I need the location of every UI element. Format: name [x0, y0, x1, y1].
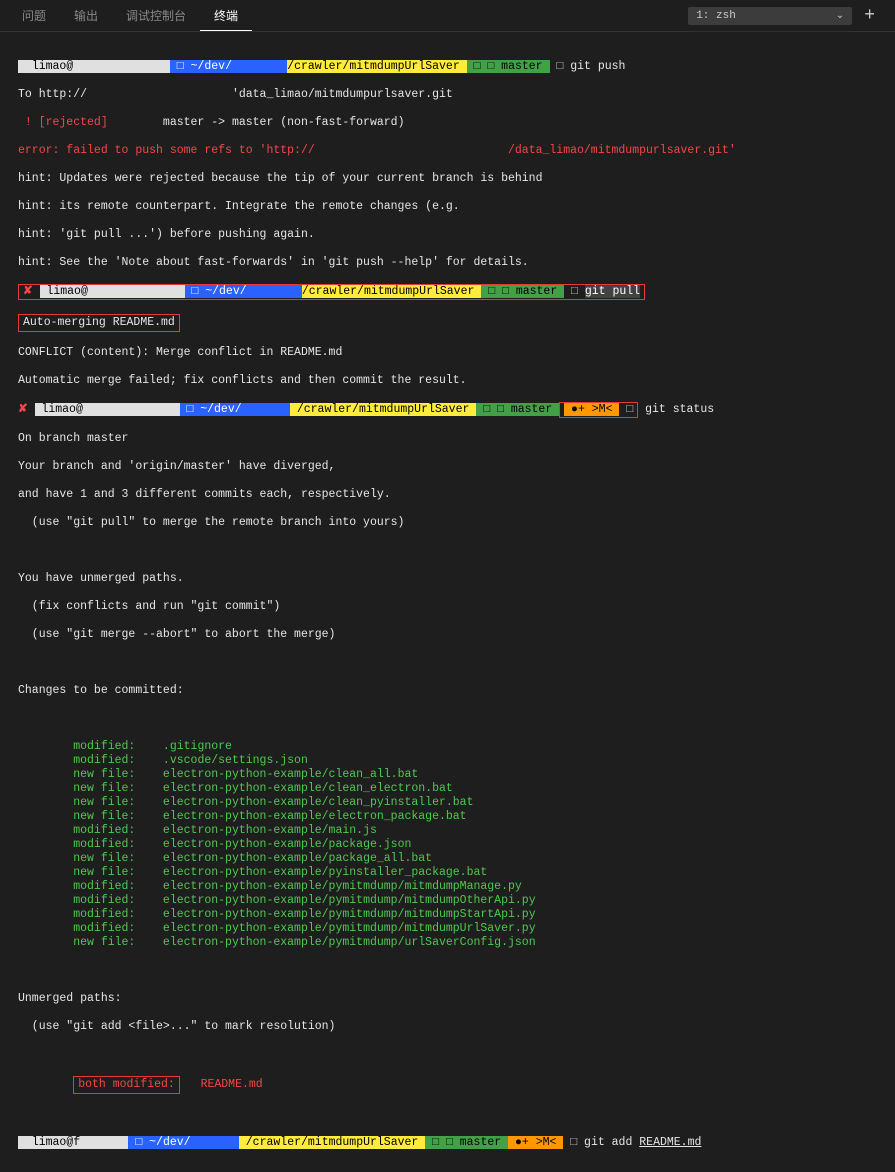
shell-selector[interactable]: 1: zsh ⌄	[688, 7, 852, 25]
prompt-branch: □ □ master	[467, 60, 550, 73]
output-error: error: failed to push some refs to 'http…	[18, 144, 736, 157]
new-terminal-button[interactable]: +	[852, 6, 887, 26]
annotation-box-2: Auto-merging README.md	[18, 314, 180, 332]
cmd-git-push: git push	[570, 60, 625, 73]
file-change-line: new file: electron-python-example/clean_…	[18, 768, 887, 782]
file-change-line: modified: .gitignore	[18, 740, 887, 754]
abort: (use "git merge --abort" to abort the me…	[18, 628, 335, 641]
tab-bar: 问题 输出 调试控制台 终端 1: zsh ⌄ +	[0, 0, 895, 32]
terminal-output[interactable]: limao@ □ ~/dev/ /crawler/mitmdumpUrlSave…	[0, 32, 895, 1172]
file-change-line: new file: electron-python-example/pymitm…	[18, 936, 887, 950]
prompt-path: □ ~/dev/	[170, 60, 287, 73]
annotation-box-4: both modified:	[73, 1076, 180, 1094]
tab-debug-console[interactable]: 调试控制台	[112, 1, 200, 30]
hint-1: hint: Updates were rejected because the …	[18, 172, 543, 185]
tab-problems[interactable]: 问题	[8, 1, 60, 30]
on-branch: On branch master	[18, 432, 128, 445]
conflict-line: CONFLICT (content): Merge conflict in RE…	[18, 346, 342, 359]
file-change-line: new file: electron-python-example/electr…	[18, 810, 887, 824]
prompt-user: limao@	[35, 403, 180, 416]
hint-4: hint: See the 'Note about fast-forwards'…	[18, 256, 529, 269]
changes-header: Changes to be committed:	[18, 684, 184, 697]
chevron-down-icon: ⌄	[836, 10, 844, 22]
file-change-line: modified: electron-python-example/main.j…	[18, 824, 887, 838]
annotation-box-3: ●+ >M< □	[559, 402, 638, 418]
unmerged-paths: Unmerged paths:	[18, 992, 122, 1005]
mark-resolution: (use "git add <file>..." to mark resolut…	[18, 1020, 335, 1033]
commits: and have 1 and 3 different commits each,…	[18, 488, 391, 501]
prompt-crawler: /crawler/mitmdumpUrlSaver	[287, 60, 466, 73]
shell-label: 1: zsh	[696, 10, 736, 22]
file-change-line: modified: .vscode/settings.json	[18, 754, 887, 768]
hint-2: hint: its remote counterpart. Integrate …	[18, 200, 460, 213]
hint-3: hint: 'git pull ...') before pushing aga…	[18, 228, 315, 241]
fix-conf: (fix conflicts and run "git commit")	[18, 600, 280, 613]
annotation-box-1: ✘ limao@ □ ~/dev/ /crawler/mitmdumpUrlSa…	[18, 284, 645, 300]
cmd-git-status: git status	[645, 403, 714, 416]
tab-terminal[interactable]: 终端	[200, 1, 252, 31]
file-change-line: new file: electron-python-example/packag…	[18, 852, 887, 866]
output-to: To http:// 'data_limao/mitmdumpurlsaver.…	[18, 88, 453, 101]
file-change-line: modified: electron-python-example/pymitm…	[18, 908, 887, 922]
file-change-line: modified: electron-python-example/pymitm…	[18, 880, 887, 894]
file-change-line: new file: electron-python-example/pyinst…	[18, 866, 887, 880]
tab-output[interactable]: 输出	[60, 1, 112, 30]
prompt-user: limao@	[18, 60, 170, 73]
file-change-line: new file: electron-python-example/clean_…	[18, 796, 887, 810]
file-change-line: modified: electron-python-example/packag…	[18, 838, 887, 852]
cmd-git-pull: git pull	[585, 285, 640, 298]
prompt-user-final: limao@f	[18, 1136, 128, 1149]
auto-fail: Automatic merge failed; fix conflicts an…	[18, 374, 467, 387]
file-change-line: new file: electron-python-example/clean_…	[18, 782, 887, 796]
diverged: Your branch and 'origin/master' have div…	[18, 460, 335, 473]
output-rejected: ! [rejected]	[18, 116, 108, 129]
use-pull: (use "git pull" to merge the remote bran…	[18, 516, 404, 529]
unmerged: You have unmerged paths.	[18, 572, 184, 585]
file-change-line: modified: electron-python-example/pymitm…	[18, 894, 887, 908]
file-change-line: modified: electron-python-example/pymitm…	[18, 922, 887, 936]
